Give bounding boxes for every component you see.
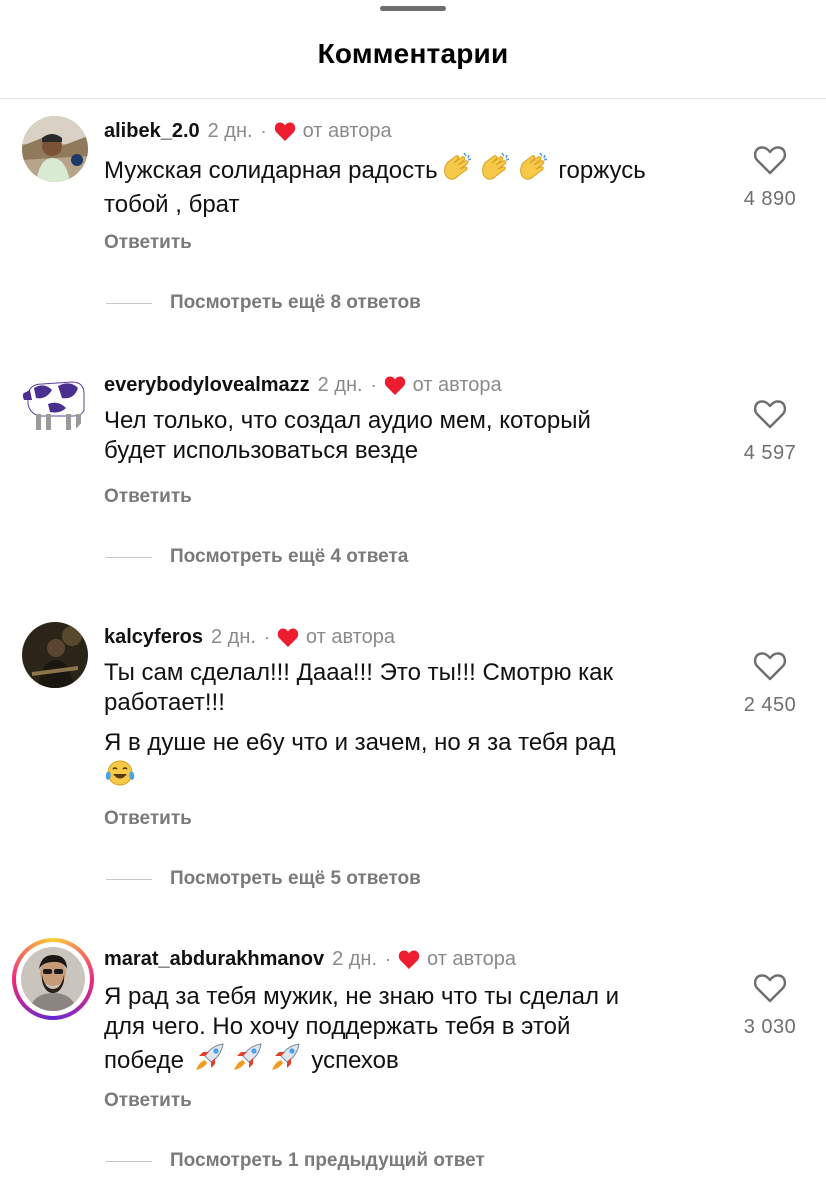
header-divider <box>0 98 826 99</box>
story-ring-inner <box>16 942 90 1016</box>
reply-button[interactable]: Ответить <box>104 486 192 508</box>
separator-dot: · <box>260 120 267 141</box>
author-liked-heart-icon <box>277 628 299 647</box>
comments-sheet: Комментарии alibek_2.0 2 дн. · от автора… <box>0 0 826 1200</box>
divider <box>106 878 152 880</box>
reply-button[interactable]: Ответить <box>104 232 192 254</box>
by-author-label: от автора <box>305 625 395 648</box>
story-ring[interactable] <box>12 938 94 1020</box>
comment-text-line: Чел только, что создал аудио мем, которы… <box>104 407 591 434</box>
like-column: 2 450 <box>730 650 810 717</box>
like-heart-icon[interactable] <box>752 972 788 1004</box>
comment-text-line: победе <box>104 1047 184 1074</box>
like-heart-icon[interactable] <box>752 650 788 682</box>
separator-dot: · <box>370 374 377 395</box>
reply-button[interactable]: Ответить <box>104 808 192 830</box>
comment-time: 2 дн. <box>332 947 378 970</box>
comment-text-line: работает!!! <box>104 689 225 716</box>
comment-text-line: горжусь <box>558 157 646 184</box>
divider <box>106 1160 152 1162</box>
reply-button[interactable]: Ответить <box>104 1090 192 1112</box>
comment-text-line: для чего. Но хочу поддержать тебя в этой <box>104 1013 571 1040</box>
divider <box>106 556 152 558</box>
comment-text: Я в душе не е6у что и зачем, но я за теб… <box>104 728 724 796</box>
page-title: Комментарии <box>317 38 509 69</box>
comment-username[interactable]: marat_abdurakhmanov <box>104 948 324 971</box>
view-more-replies-label: Посмотреть 1 предыдущий ответ <box>170 1150 485 1171</box>
clapping-hands-icon <box>478 152 512 190</box>
author-liked-heart-icon <box>274 122 295 141</box>
comment-meta: marat_abdurakhmanov 2 дн. · от автора <box>104 944 516 974</box>
comment-username[interactable]: everybodylovealmazz <box>104 374 310 397</box>
comment-text: Ты сам сделал!!! Дааа!!! Это ты!!! Смотр… <box>104 658 724 718</box>
author-liked-heart-icon <box>384 376 405 395</box>
comment-time: 2 дн. <box>210 625 256 648</box>
like-column: 4 890 <box>730 144 810 211</box>
avatar[interactable] <box>22 622 88 688</box>
comment-text-line: Ты сам сделал!!! Дааа!!! Это ты!!! Смотр… <box>104 659 614 686</box>
author-liked-heart-icon <box>398 950 420 969</box>
comment-text: Мужская солидарная радость горжусь тобой… <box>104 152 724 220</box>
rocket-icon <box>269 1042 303 1080</box>
comment-meta: everybodylovealmazz 2 дн. · от автора <box>104 370 502 400</box>
comment-meta: alibek_2.0 2 дн. · от автора <box>104 116 392 146</box>
like-heart-icon[interactable] <box>752 144 788 176</box>
view-more-replies[interactable]: Посмотреть ещё 8 ответов <box>106 292 421 314</box>
comment-time: 2 дн. <box>317 373 363 396</box>
clapping-hands-icon <box>516 152 550 190</box>
comment-username[interactable]: kalcyferos <box>104 626 203 649</box>
view-more-replies-label: Посмотреть ещё 5 ответов <box>170 868 421 889</box>
view-more-replies-label: Посмотреть ещё 4 ответа <box>170 546 409 567</box>
comment-text-line: Я в душе не е6у что и зачем, но я за теб… <box>104 729 616 756</box>
tears-of-joy-icon <box>104 758 136 796</box>
divider <box>106 302 152 304</box>
view-more-replies-label: Посмотреть ещё 8 ответов <box>170 292 421 313</box>
rocket-icon <box>193 1042 227 1080</box>
view-more-replies[interactable]: Посмотреть ещё 4 ответа <box>106 546 408 568</box>
comment-text: Чел только, что создал аудио мем, которы… <box>104 406 724 466</box>
like-column: 4 597 <box>730 398 810 465</box>
like-count: 3 030 <box>743 1016 797 1038</box>
like-count: 4 597 <box>743 442 797 464</box>
rocket-icon <box>231 1042 265 1080</box>
comment-text-line: тобой , брат <box>104 191 240 218</box>
like-count: 2 450 <box>743 694 797 716</box>
comment-text-line: Я рад за тебя мужик, не знаю что ты сдел… <box>104 983 620 1010</box>
comment-text-line: будет использоваться везде <box>104 437 419 464</box>
like-count: 4 890 <box>743 188 797 210</box>
separator-dot: · <box>263 626 270 647</box>
view-more-replies[interactable]: Посмотреть ещё 5 ответов <box>106 868 421 890</box>
avatar[interactable] <box>22 116 88 182</box>
comment-time: 2 дн. <box>207 119 253 142</box>
by-author-label: от автора <box>302 119 392 142</box>
like-heart-icon[interactable] <box>752 398 788 430</box>
separator-dot: · <box>385 948 392 969</box>
comment-text-line: успехов <box>311 1047 399 1074</box>
comment-meta: kalcyferos 2 дн. · от автора <box>104 622 395 652</box>
by-author-label: от автора <box>427 947 517 970</box>
view-more-replies[interactable]: Посмотреть 1 предыдущий ответ <box>106 1150 485 1172</box>
comment-username[interactable]: alibek_2.0 <box>104 120 200 143</box>
by-author-label: от автора <box>412 373 502 396</box>
comment-text: Я рад за тебя мужик, не знаю что ты сдел… <box>104 982 724 1080</box>
avatar <box>21 947 85 1011</box>
like-column: 3 030 <box>730 972 810 1039</box>
avatar[interactable] <box>22 370 88 436</box>
comment-text-line: Мужская солидарная радость <box>104 157 438 184</box>
clapping-hands-icon <box>440 152 474 190</box>
sheet-grabber[interactable] <box>380 6 446 11</box>
